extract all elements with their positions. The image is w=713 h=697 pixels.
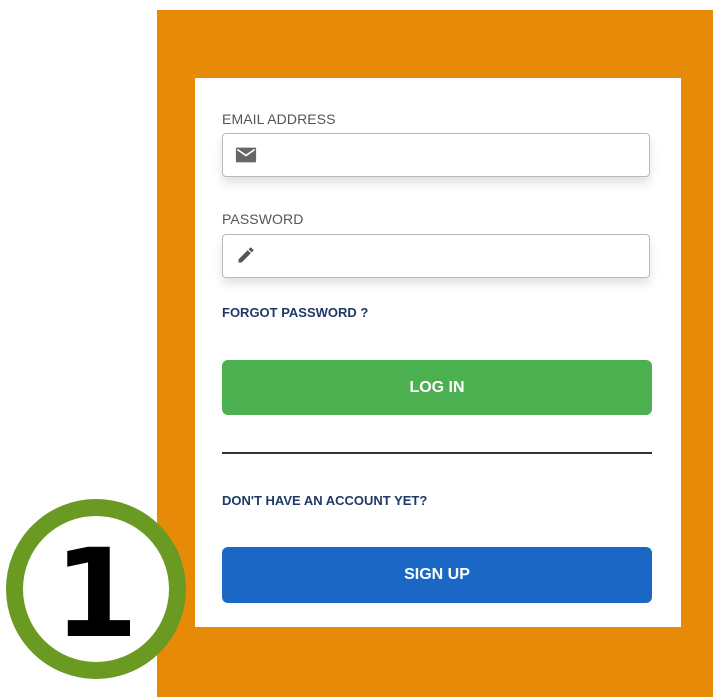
signup-button[interactable]: SIGN UP <box>222 547 652 603</box>
step-number: 1 <box>53 523 139 665</box>
login-card: EMAIL ADDRESS PASSWORD FORGOT PASSWORD ?… <box>195 78 681 627</box>
email-field[interactable] <box>271 134 645 178</box>
step-number-badge: 1 <box>6 499 186 679</box>
password-field-container[interactable] <box>222 234 650 279</box>
no-account-text: DON'T HAVE AN ACCOUNT YET? <box>222 493 428 508</box>
forgot-password-link[interactable]: FORGOT PASSWORD ? <box>222 305 368 320</box>
login-button[interactable]: LOG IN <box>222 360 652 415</box>
email-label: EMAIL ADDRESS <box>222 111 336 127</box>
email-field-container[interactable] <box>222 133 650 178</box>
password-field[interactable] <box>271 235 645 279</box>
password-label: PASSWORD <box>222 211 304 227</box>
divider <box>222 452 652 454</box>
pencil-icon <box>238 247 254 263</box>
envelope-icon <box>235 147 257 163</box>
